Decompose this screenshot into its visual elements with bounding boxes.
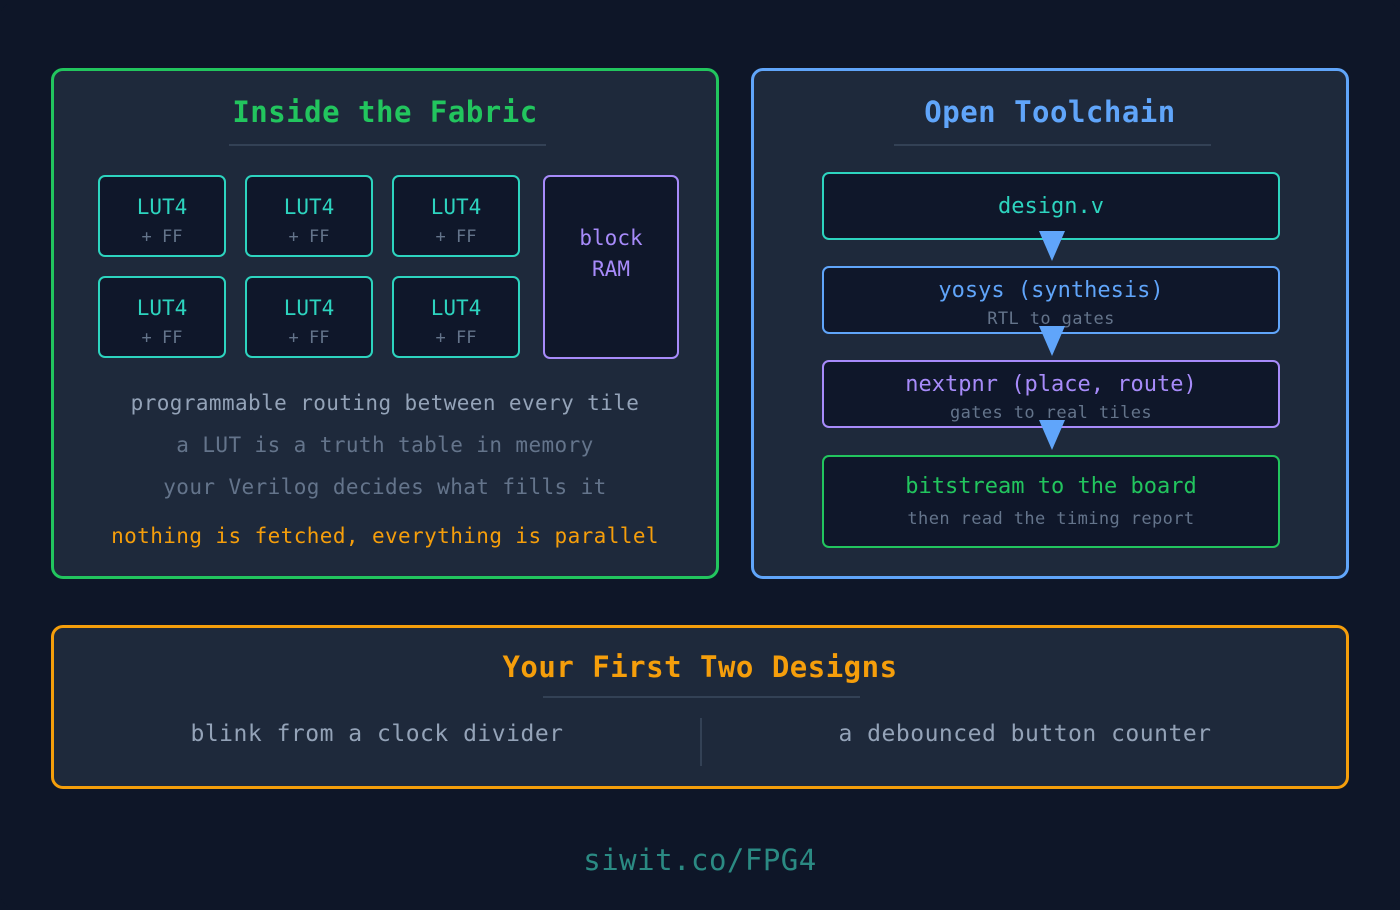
fabric-note-verilog: your Verilog decides what fills it [163, 475, 607, 499]
toolchain-title-rule [894, 144, 1211, 146]
lut-sub: + FF [435, 227, 477, 247]
step-sub: then read the timing report [907, 509, 1195, 529]
block-ram-tile: block RAM [543, 175, 679, 359]
lut-tile: LUT4 + FF [245, 175, 373, 257]
fabric-note-routing: programmable routing between every tile [130, 391, 640, 415]
lut-label: LUT4 [283, 195, 335, 219]
lut-sub: + FF [141, 328, 183, 348]
toolchain-title: Open Toolchain [924, 95, 1176, 129]
design-item-blink: blink from a clock divider [190, 721, 564, 747]
lut-tile: LUT4 + FF [245, 276, 373, 358]
step-label: nextpnr (place, route) [905, 372, 1197, 397]
designs-title: Your First Two Designs [502, 650, 898, 684]
down-arrow-icon [1039, 326, 1065, 356]
lut-label: LUT4 [430, 195, 482, 219]
designs-panel: Your First Two Designs blink from a cloc… [51, 625, 1349, 789]
step-synthesis: yosys (synthesis) RTL to gates [822, 266, 1280, 334]
lut-label: LUT4 [283, 296, 335, 320]
lut-sub: + FF [288, 328, 330, 348]
toolchain-panel: Open Toolchain design.v yosys (synthesis… [751, 68, 1349, 579]
fabric-note-parallel: nothing is fetched, everything is parall… [111, 524, 659, 548]
designs-title-rule [543, 696, 860, 698]
step-place-route: nextpnr (place, route) gates to real til… [822, 360, 1280, 428]
lut-tile: LUT4 + FF [98, 175, 226, 257]
lut-label: LUT4 [430, 296, 482, 320]
bram-label-line1: block [579, 226, 643, 250]
step-design-file: design.v [822, 172, 1280, 240]
page: Inside the Fabric LUT4 + FF LUT4 + FF LU… [0, 0, 1400, 910]
lut-sub: + FF [288, 227, 330, 247]
fabric-title-rule [229, 144, 546, 146]
down-arrow-icon [1039, 420, 1065, 450]
step-label: design.v [998, 194, 1104, 219]
footer-link[interactable]: siwit.co/FPG4 [0, 843, 1400, 877]
lut-sub: + FF [141, 227, 183, 247]
lut-label: LUT4 [136, 195, 188, 219]
down-arrow-icon [1039, 231, 1065, 261]
fabric-note-lut: a LUT is a truth table in memory [176, 433, 594, 457]
step-label: bitstream to the board [905, 474, 1197, 499]
lut-label: LUT4 [136, 296, 188, 320]
design-item-counter: a debounced button counter [838, 721, 1212, 747]
lut-sub: + FF [435, 328, 477, 348]
lut-tile: LUT4 + FF [98, 276, 226, 358]
fabric-panel: Inside the Fabric LUT4 + FF LUT4 + FF LU… [51, 68, 719, 579]
lut-tile: LUT4 + FF [392, 276, 520, 358]
step-bitstream: bitstream to the board then read the tim… [822, 455, 1280, 548]
fabric-title: Inside the Fabric [232, 95, 538, 129]
lut-tile: LUT4 + FF [392, 175, 520, 257]
bram-label-line2: RAM [592, 257, 630, 281]
step-label: yosys (synthesis) [938, 278, 1164, 303]
